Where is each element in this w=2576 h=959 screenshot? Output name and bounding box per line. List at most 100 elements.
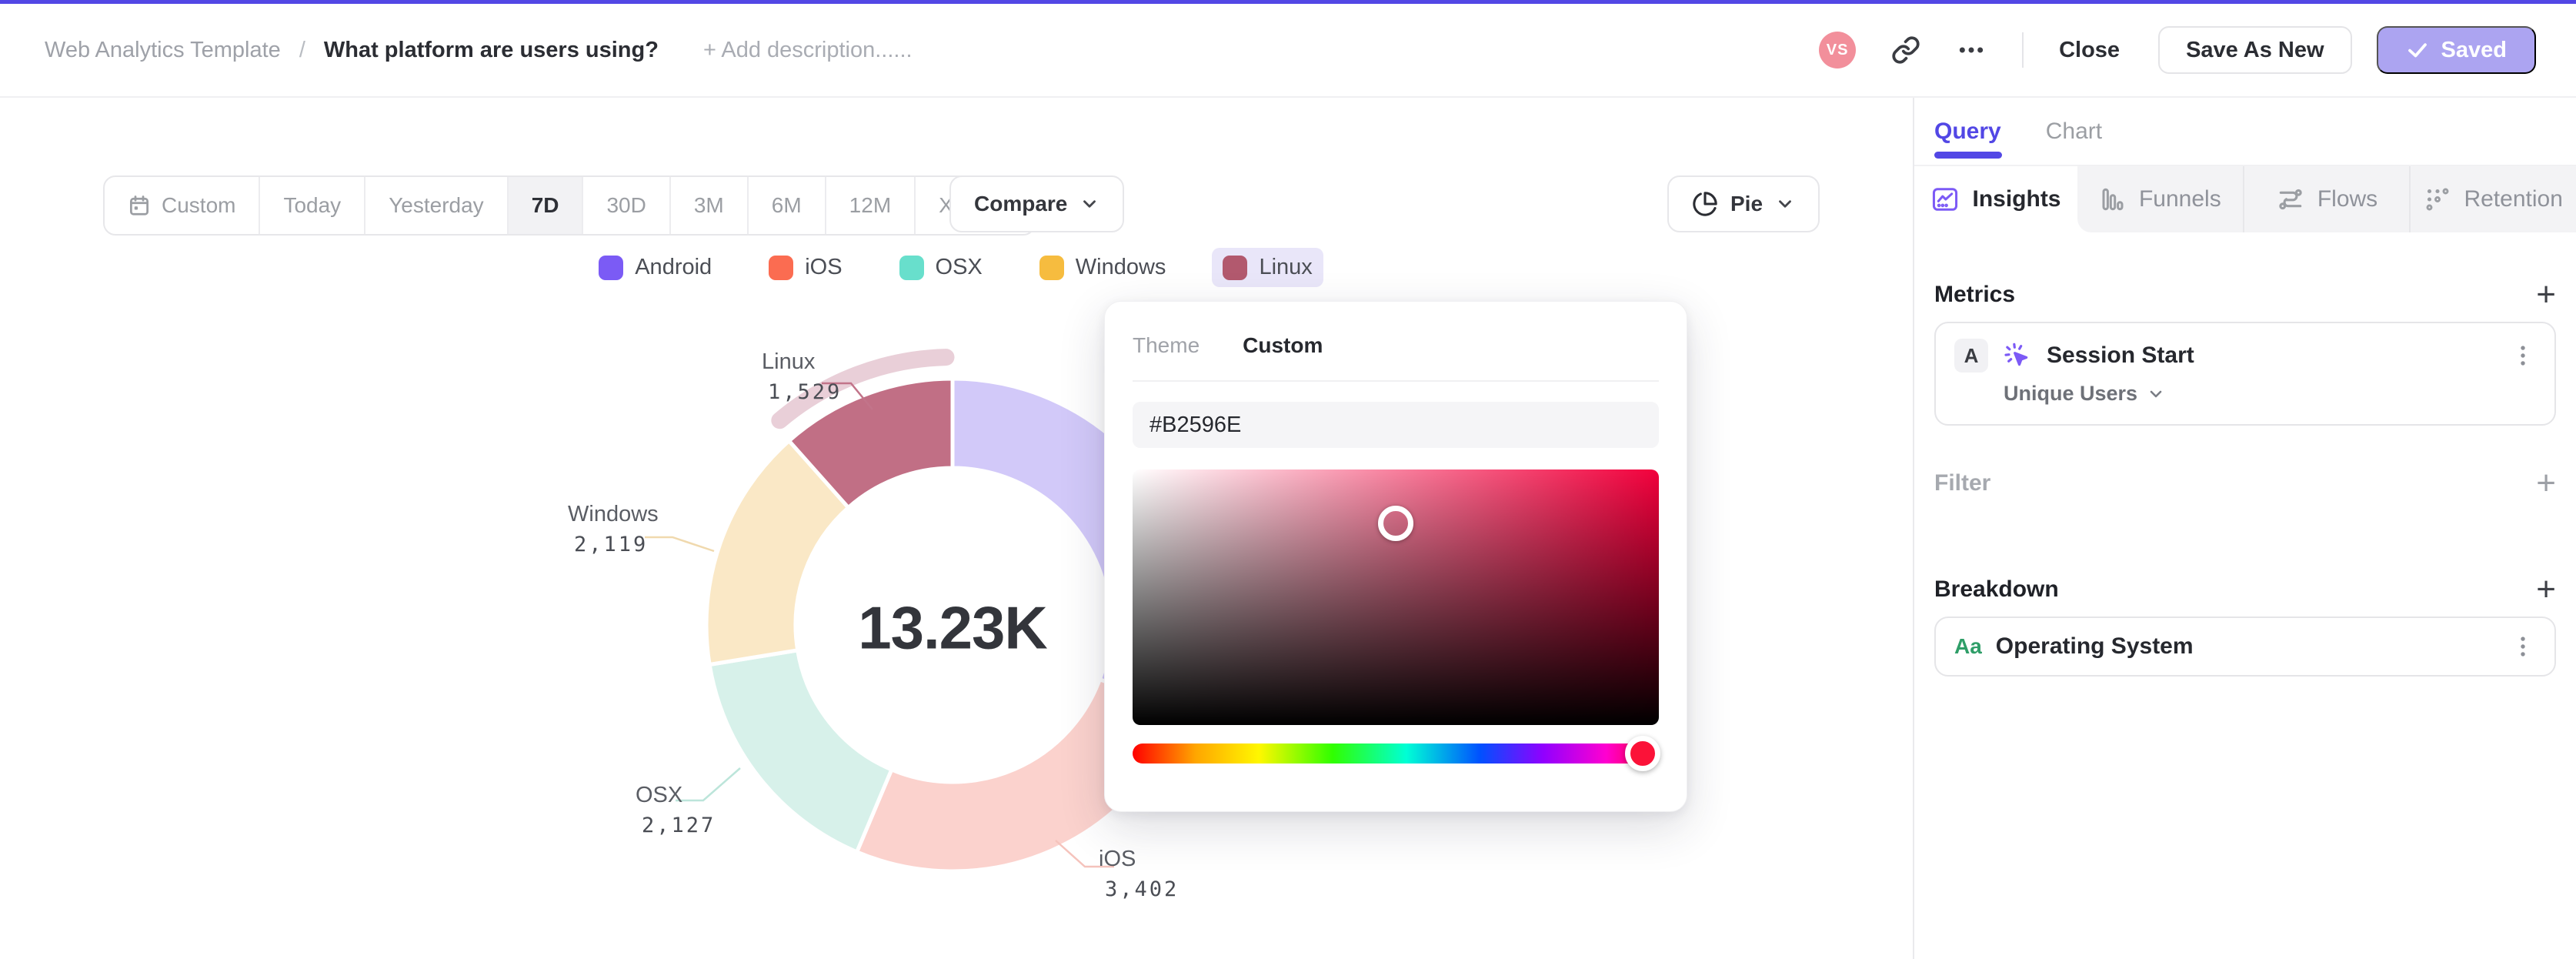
legend-label: Android	[635, 255, 712, 279]
tab-insights[interactable]: Insights	[1914, 166, 2077, 232]
tab-label: Funnels	[2138, 186, 2221, 212]
avatar[interactable]: VS	[1819, 32, 1857, 68]
hex-color-input[interactable]: #B2596E	[1133, 402, 1659, 448]
legend-swatch	[769, 255, 794, 280]
add-filter-button[interactable]: +	[2536, 466, 2556, 500]
chart-legend: Android iOS OSX Windows Linux	[0, 248, 1911, 287]
legend-label: iOS	[805, 255, 843, 279]
page-title[interactable]: What platform are users using?	[324, 38, 659, 63]
saturation-gradient-area[interactable]	[1133, 469, 1659, 725]
compare-label: Compare	[974, 192, 1068, 216]
chart-type-select[interactable]: Pie	[1667, 175, 1820, 232]
range-option-6m[interactable]: 6M	[749, 177, 826, 234]
legend-label: OSX	[935, 255, 983, 279]
tab-custom[interactable]: Custom	[1243, 333, 1323, 358]
color-picker-tabs: Theme Custom	[1133, 325, 1659, 366]
calendar-icon	[128, 194, 151, 217]
flows-icon	[2276, 185, 2305, 214]
filter-section-header: Filter +	[1934, 466, 2556, 500]
header-bar: Web Analytics Template / What platform a…	[0, 4, 2576, 98]
breakdown-menu-icon[interactable]	[2510, 633, 2536, 660]
breadcrumb: Web Analytics Template / What platform a…	[0, 38, 913, 63]
tab-label: Retention	[2464, 186, 2563, 212]
hue-slider-handle[interactable]	[1625, 736, 1661, 771]
close-button[interactable]: Close	[2059, 38, 2120, 63]
legend-item-linux[interactable]: Linux	[1212, 248, 1323, 287]
share-link-icon[interactable]	[1891, 35, 1920, 65]
metric-name[interactable]: Session Start	[2047, 342, 2496, 369]
legend-item-windows[interactable]: Windows	[1029, 248, 1177, 287]
metrics-list: A Session Start Unique Users	[1934, 322, 2556, 426]
header-actions: VS Close Save As New Saved	[1819, 26, 2576, 74]
tab-flows[interactable]: Flows	[2242, 166, 2410, 232]
range-option-today[interactable]: Today	[260, 177, 366, 234]
breakdown-list: Aa Operating System	[1934, 616, 2556, 677]
pie-chart-icon	[1693, 192, 1717, 216]
breakdown-section-header: Breakdown +	[1934, 573, 2556, 606]
sidebar-tabs: Query Chart	[1934, 111, 2556, 159]
callout-ios: iOS 3,402	[1099, 847, 1179, 901]
hue-slider[interactable]	[1133, 736, 1661, 771]
legend-swatch	[1223, 255, 1248, 280]
saved-button[interactable]: Saved	[2376, 26, 2536, 74]
metric-series-badge: A	[1954, 339, 1988, 373]
tab-funnels[interactable]: Funnels	[2077, 166, 2243, 232]
callout-label: iOS	[1099, 847, 1136, 871]
callout-label: Linux	[762, 349, 816, 374]
range-option-yesterday[interactable]: Yesterday	[365, 177, 509, 234]
analysis-type-tabs: Insights Funnels Flows Retention	[1914, 165, 2576, 232]
check-icon	[2406, 38, 2429, 62]
legend-swatch	[899, 255, 924, 280]
sidebar-tab-query[interactable]: Query	[1934, 111, 2002, 159]
aggregation-select[interactable]: Unique Users	[2004, 382, 2536, 406]
legend-swatch	[599, 255, 624, 280]
chart-total-value: 13.23K	[858, 593, 1048, 662]
range-option-30d[interactable]: 30D	[583, 177, 671, 234]
legend-label: Windows	[1075, 255, 1166, 279]
legend-label: Linux	[1259, 255, 1313, 279]
legend-item-ios[interactable]: iOS	[758, 248, 853, 287]
range-option-7d[interactable]: 7D	[508, 177, 584, 234]
legend-swatch	[1039, 255, 1064, 280]
pie-slice-windows[interactable]	[704, 439, 851, 667]
pie-slice-osx[interactable]	[707, 648, 894, 854]
gradient-selector-handle[interactable]	[1378, 505, 1413, 541]
string-property-icon: Aa	[1954, 634, 1982, 658]
tab-retention[interactable]: Retention	[2409, 166, 2576, 232]
metric-card[interactable]: A Session Start Unique Users	[1934, 322, 2556, 426]
metric-menu-icon[interactable]	[2510, 342, 2536, 369]
breadcrumb-separator: /	[299, 37, 305, 62]
legend-item-osx[interactable]: OSX	[889, 248, 993, 287]
breakdown-name[interactable]: Operating System	[1996, 633, 2496, 660]
chart-type-label: Pie	[1730, 192, 1763, 216]
add-breakdown-button[interactable]: +	[2536, 573, 2556, 606]
sidebar-tab-chart[interactable]: Chart	[2046, 111, 2102, 152]
callout-windows: Windows 2,119	[568, 502, 659, 556]
tab-theme[interactable]: Theme	[1133, 333, 1200, 358]
legend-item-android[interactable]: Android	[588, 248, 722, 287]
header-divider	[2022, 32, 2024, 68]
callout-linux: Linux 1,529	[762, 349, 842, 404]
more-options-icon[interactable]	[1956, 35, 1987, 65]
breadcrumb-root[interactable]: Web Analytics Template	[45, 38, 281, 63]
insights-icon	[1930, 185, 1960, 214]
callout-label: Windows	[568, 502, 659, 526]
callout-value: 3,402	[1105, 877, 1180, 901]
tab-label: Insights	[1972, 186, 2061, 212]
add-description-button[interactable]: + Add description......	[703, 38, 913, 63]
color-picker-popup: Theme Custom #B2596E	[1104, 301, 1687, 812]
metrics-heading: Metrics	[1934, 282, 2016, 307]
range-option-custom[interactable]: Custom	[105, 177, 261, 234]
callout-label: OSX	[636, 783, 683, 807]
save-as-new-button[interactable]: Save As New	[2158, 26, 2352, 74]
chevron-down-icon	[1083, 200, 1096, 208]
date-range-segmented-control: CustomTodayYesterday7D30D3M6M12MXTD	[103, 175, 1036, 236]
add-metric-button[interactable]: +	[2536, 278, 2556, 312]
callout-value: 2,127	[642, 814, 716, 837]
callout-value: 1,529	[768, 380, 843, 404]
breakdown-card[interactable]: Aa Operating System	[1934, 616, 2556, 677]
compare-button[interactable]: Compare	[949, 175, 1125, 232]
range-option-3m[interactable]: 3M	[671, 177, 749, 234]
cursor-click-icon	[2002, 340, 2033, 371]
range-option-12m[interactable]: 12M	[826, 177, 916, 234]
